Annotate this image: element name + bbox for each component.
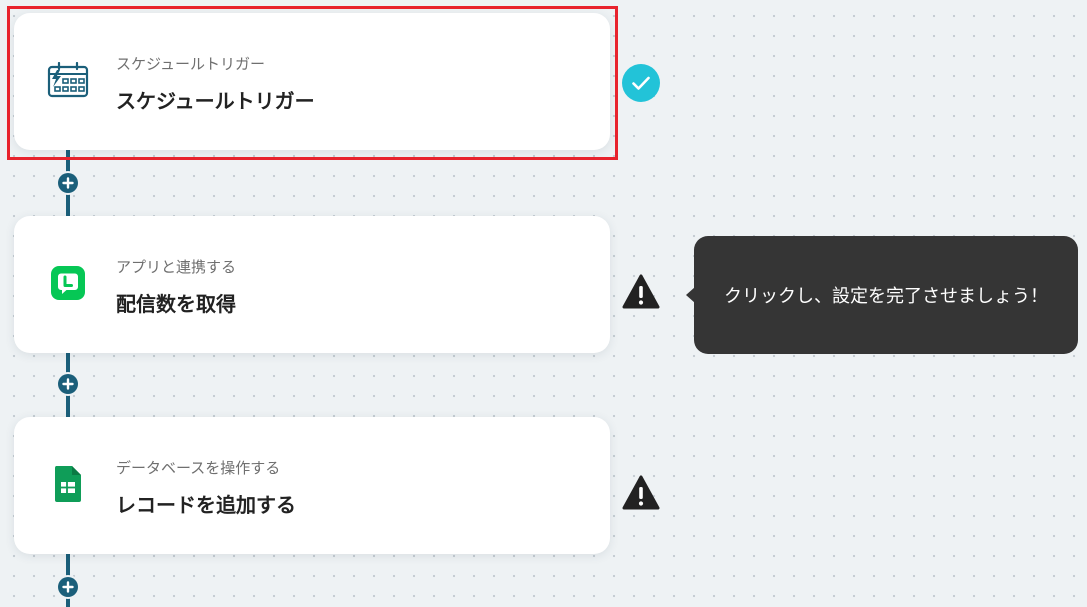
setup-hint-tooltip: クリックし、設定を完了させましょう！ [686, 236, 1078, 354]
line-app-icon [46, 263, 90, 303]
step-title: レコードを追加する [116, 493, 296, 517]
google-sheets-icon [46, 464, 90, 504]
flow-step-card-schedule-trigger[interactable]: スケジュールトリガー スケジュールトリガー [14, 13, 610, 150]
step-title: スケジュールトリガー [116, 89, 315, 113]
step-title: 配信数を取得 [116, 292, 236, 316]
warning-icon [621, 272, 661, 312]
flow-step-card-line-delivery-count[interactable]: アプリと連携する 配信数を取得 [14, 216, 610, 353]
add-step-button[interactable] [58, 374, 78, 394]
tooltip-text: クリックし、設定を完了させましょう！ [724, 286, 1048, 307]
tooltip-arrow [686, 287, 695, 303]
step-category-label: アプリと連携する [116, 258, 237, 276]
add-step-button[interactable] [58, 173, 78, 193]
step-category-label: スケジュールトリガー [116, 55, 265, 73]
step-category-label: データベースを操作する [116, 459, 281, 477]
warning-icon [621, 473, 661, 513]
schedule-calendar-icon [46, 60, 90, 100]
check-circle-icon [621, 63, 661, 103]
plus-icon [62, 581, 74, 593]
flow-step-card-add-record[interactable]: データベースを操作する レコードを追加する [14, 417, 610, 554]
plus-icon [62, 177, 74, 189]
add-step-button[interactable] [58, 577, 78, 597]
plus-icon [62, 378, 74, 390]
